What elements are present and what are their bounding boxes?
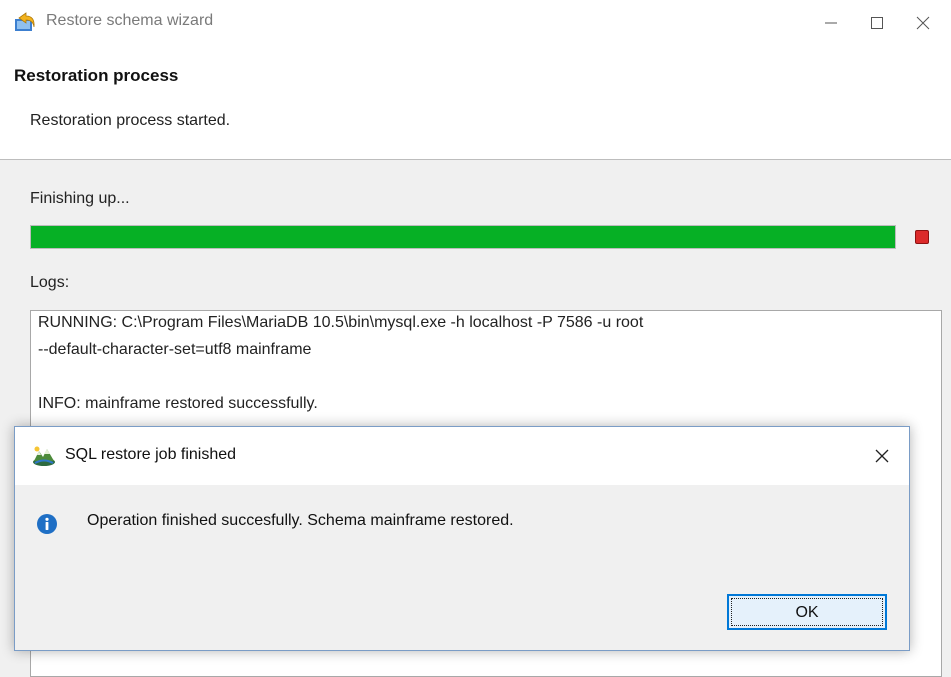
progress-bar — [30, 225, 896, 249]
log-line: INFO: mainframe restored successfully. — [38, 395, 318, 412]
stop-icon[interactable] — [915, 230, 929, 244]
maximize-icon[interactable] — [854, 0, 900, 46]
progress-fill — [31, 226, 895, 248]
close-icon[interactable] — [863, 437, 901, 475]
window-title: Restore schema wizard — [46, 12, 214, 29]
dialog-title: SQL restore job finished — [65, 446, 237, 463]
log-line: RUNNING: C:\Program Files\MariaDB 10.5\b… — [38, 314, 644, 331]
info-icon — [36, 513, 58, 535]
page-subtitle: Restoration process started. — [30, 112, 231, 129]
message-dialog: SQL restore job finished Operation finis… — [14, 426, 910, 651]
minimize-icon[interactable] — [808, 0, 854, 46]
dialog-titlebar: SQL restore job finished — [15, 427, 909, 485]
database-restore-icon — [32, 445, 56, 467]
logs-label: Logs: — [30, 274, 70, 291]
log-line: --default-character-set=utf8 mainframe — [38, 341, 312, 358]
ok-button[interactable]: OK — [727, 594, 887, 630]
dialog-message: Operation finished succesfully. Schema m… — [87, 512, 514, 529]
close-icon[interactable] — [900, 0, 946, 46]
window-titlebar: Restore schema wizard — [0, 0, 951, 46]
ok-button-label: OK — [795, 604, 819, 621]
page-title: Restoration process — [14, 66, 179, 85]
progress-status: Finishing up... — [30, 190, 130, 207]
wizard-header — [0, 46, 951, 160]
dialog-body: Operation finished succesfully. Schema m… — [15, 485, 909, 650]
restore-arrow-icon — [14, 11, 36, 33]
